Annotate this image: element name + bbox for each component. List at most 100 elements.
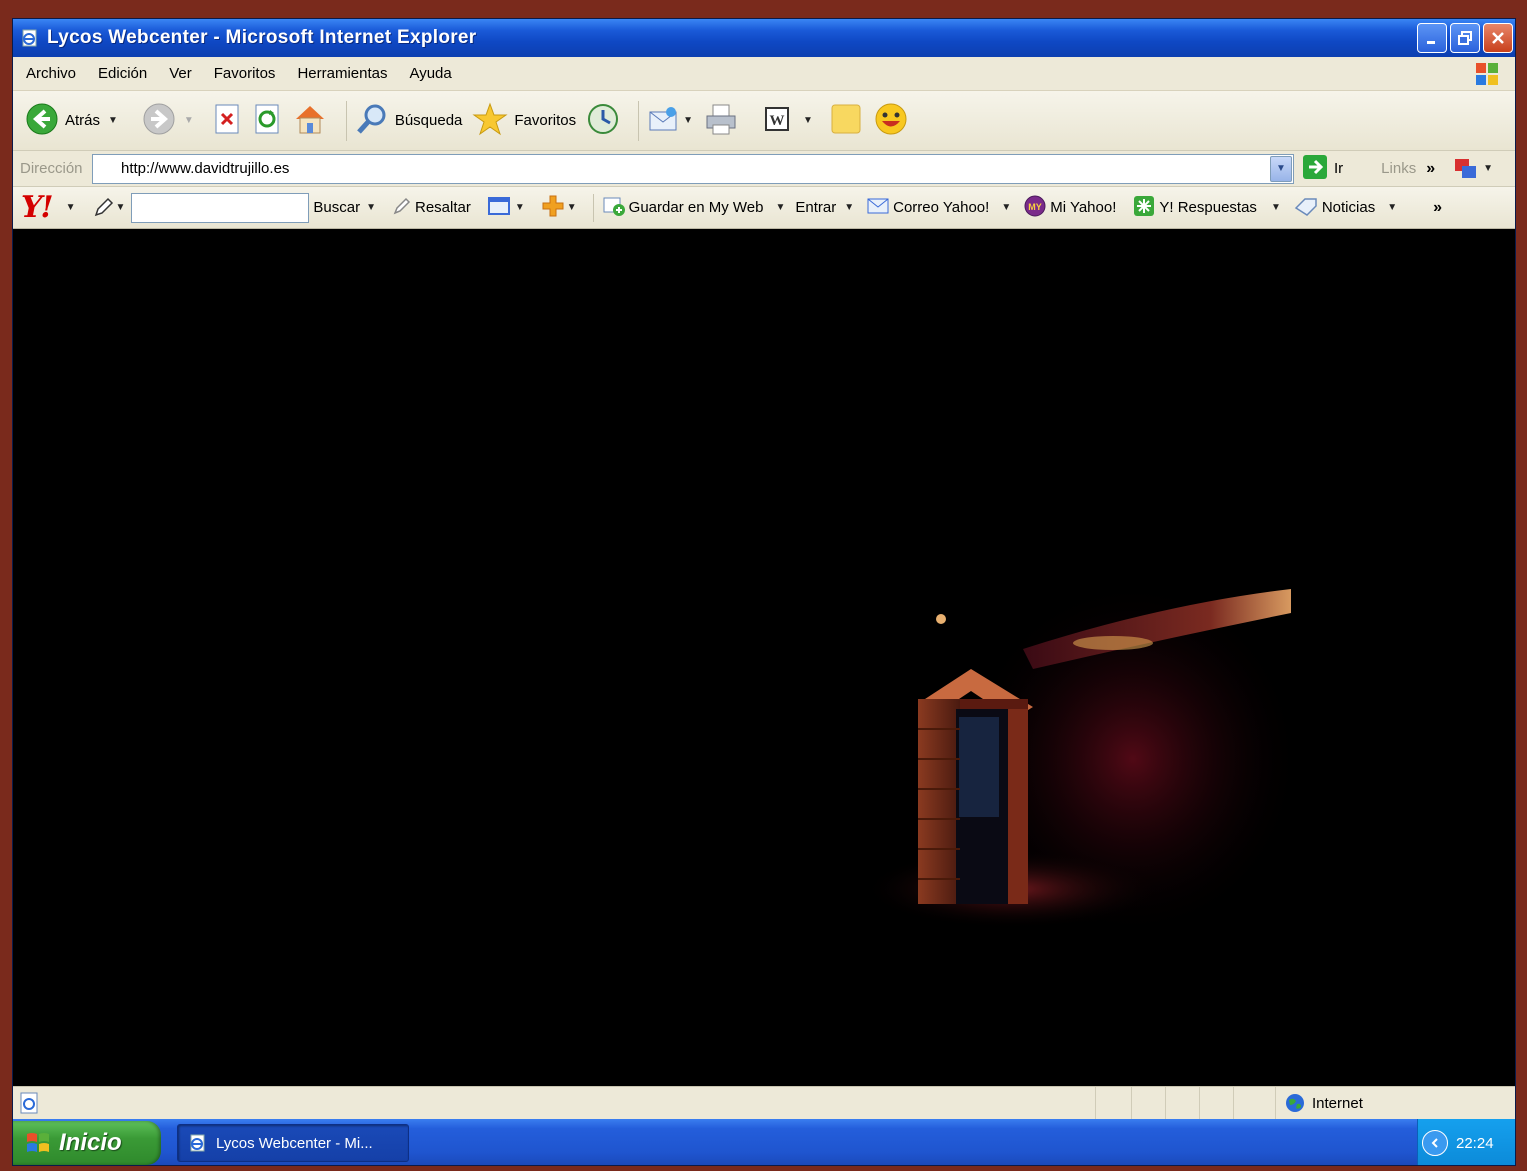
window-title: Lycos Webcenter - Microsoft Internet Exp… xyxy=(47,27,477,48)
guardar-my-web-button[interactable]: Guardar en My Web ▼ xyxy=(602,194,785,222)
yahoo-separator xyxy=(592,193,594,222)
resaltar-button[interactable]: Resaltar xyxy=(392,196,471,220)
window-tool-button[interactable]: ▼ xyxy=(487,195,525,221)
address-dropdown-icon[interactable]: ▼ xyxy=(1270,155,1292,182)
buscar-button[interactable]: Buscar ▼ xyxy=(313,199,376,216)
edit-word-button[interactable]: W ▼ xyxy=(763,105,813,137)
sticky-note-icon xyxy=(829,102,863,140)
correo-dropdown-icon[interactable]: ▼ xyxy=(1001,202,1011,213)
windows-flag-icon xyxy=(25,1130,51,1156)
back-button[interactable]: Atrás ▼ xyxy=(25,102,118,140)
status-empty-cell xyxy=(1131,1087,1165,1119)
yahoo-logo[interactable]: Y! xyxy=(21,190,54,225)
news-tag-icon xyxy=(1293,196,1319,220)
search-icon xyxy=(355,102,389,140)
noticias-dropdown-icon[interactable]: ▼ xyxy=(1387,202,1397,213)
mail-button[interactable]: ▼ xyxy=(647,102,693,140)
translate-icon[interactable]: ▼ xyxy=(1453,156,1493,182)
history-icon xyxy=(586,102,620,140)
tray-expand-icon[interactable] xyxy=(1422,1130,1448,1156)
mi-yahoo-icon: MY xyxy=(1023,194,1047,222)
page-content[interactable] xyxy=(13,229,1515,1086)
word-icon: W xyxy=(763,105,791,137)
address-input[interactable]: http://www.davidtrujillo.es ▼ xyxy=(92,153,1294,184)
status-empty-cell xyxy=(1233,1087,1269,1119)
entrar-dropdown-icon[interactable]: ▼ xyxy=(844,202,854,213)
save-web-icon xyxy=(602,194,626,222)
address-url[interactable]: http://www.davidtrujillo.es xyxy=(121,160,289,177)
clock[interactable]: 22:24 xyxy=(1456,1135,1494,1152)
svg-text:W: W xyxy=(769,113,784,129)
refresh-button[interactable] xyxy=(252,102,282,140)
ie-task-icon xyxy=(188,1133,208,1153)
links-chevron-icon[interactable]: » xyxy=(1426,160,1435,178)
page-status-icon xyxy=(17,1091,41,1115)
search-button[interactable]: Búsqueda xyxy=(355,102,462,140)
messenger-button[interactable] xyxy=(873,101,909,141)
status-empty-cell xyxy=(1095,1087,1131,1119)
mi-yahoo-button[interactable]: MY Mi Yahoo! xyxy=(1023,194,1116,222)
favorites-button[interactable]: Favoritos xyxy=(472,101,576,141)
notes-button[interactable] xyxy=(829,102,863,140)
home-button[interactable] xyxy=(292,101,328,141)
guardar-dropdown-icon[interactable]: ▼ xyxy=(775,202,785,213)
print-button[interactable] xyxy=(703,101,739,141)
menu-ver[interactable]: Ver xyxy=(169,65,192,82)
menu-favoritos[interactable]: Favoritos xyxy=(214,65,276,82)
status-bar: Internet xyxy=(13,1086,1515,1119)
minimize-button[interactable] xyxy=(1417,23,1447,53)
pencil-icon[interactable]: ▼ xyxy=(92,197,125,219)
security-zone[interactable]: Internet xyxy=(1275,1087,1363,1119)
entrar-button[interactable]: Entrar ▼ xyxy=(795,199,854,216)
yahoo-toolbar: Y! ▼ ▼ Buscar ▼ Resaltar ▼ ▼ Guardar en … xyxy=(13,187,1515,229)
plus-tool-button[interactable]: ▼ xyxy=(541,194,577,222)
yahoo-search-input[interactable] xyxy=(131,192,310,223)
noticias-button[interactable]: Noticias ▼ xyxy=(1293,196,1397,220)
svg-text:MY: MY xyxy=(1028,202,1042,212)
smiley-icon xyxy=(873,101,909,141)
taskbar-item-ie[interactable]: Lycos Webcenter - Mi... xyxy=(177,1124,409,1162)
history-button[interactable] xyxy=(586,102,620,140)
highlighter-icon xyxy=(392,196,412,220)
menu-ayuda[interactable]: Ayuda xyxy=(409,65,451,82)
menu-archivo[interactable]: Archivo xyxy=(26,65,76,82)
mail-dropdown-icon[interactable]: ▼ xyxy=(683,115,693,126)
mail-icon xyxy=(647,102,681,140)
go-button[interactable]: Ir xyxy=(1302,154,1343,184)
forward-dropdown-icon[interactable]: ▼ xyxy=(184,115,194,126)
yahoo-toolbar-chevron-icon[interactable]: » xyxy=(1433,199,1442,217)
buscar-dropdown-icon[interactable]: ▼ xyxy=(366,202,376,213)
home-icon xyxy=(292,101,328,141)
toolbar-separator xyxy=(345,100,347,141)
go-arrow-icon xyxy=(1302,154,1328,184)
correo-yahoo-button[interactable]: Correo Yahoo! ▼ xyxy=(866,196,1011,220)
forward-button[interactable]: ▼ xyxy=(142,102,194,140)
window-tool-icon xyxy=(487,195,513,221)
standard-toolbar: Atrás ▼ ▼ Búsqueda Favoritos ▼ W ▼ xyxy=(13,91,1515,151)
menu-herramientas[interactable]: Herramientas xyxy=(297,65,387,82)
windows-logo-icon xyxy=(1473,60,1501,88)
links-label[interactable]: Links xyxy=(1381,160,1416,177)
status-empty-cell xyxy=(1165,1087,1199,1119)
refresh-icon xyxy=(252,102,282,140)
favorites-star-icon xyxy=(472,101,508,141)
dark-room-scene xyxy=(13,229,1515,1086)
title-bar[interactable]: Lycos Webcenter - Microsoft Internet Exp… xyxy=(13,19,1515,57)
respuestas-dropdown-icon[interactable]: ▼ xyxy=(1271,202,1281,213)
edit-dropdown-icon[interactable]: ▼ xyxy=(803,115,813,126)
start-button[interactable]: Inicio xyxy=(13,1121,161,1165)
back-dropdown-icon[interactable]: ▼ xyxy=(108,115,118,126)
browser-window: Lycos Webcenter - Microsoft Internet Exp… xyxy=(12,18,1516,1166)
globe-icon xyxy=(1284,1092,1306,1114)
respuestas-button[interactable]: Y! Respuestas ▼ xyxy=(1132,194,1281,222)
envelope-icon xyxy=(866,196,890,220)
ie-page-icon xyxy=(19,27,41,49)
close-button[interactable] xyxy=(1483,23,1513,53)
stop-button[interactable] xyxy=(212,102,242,140)
restore-button[interactable] xyxy=(1450,23,1480,53)
respuestas-icon xyxy=(1132,194,1156,222)
yahoo-menu-dropdown-icon[interactable]: ▼ xyxy=(66,202,76,213)
status-empty-cell xyxy=(1199,1087,1233,1119)
menu-edicion[interactable]: Edición xyxy=(98,65,147,82)
forward-arrow-icon xyxy=(142,102,176,140)
